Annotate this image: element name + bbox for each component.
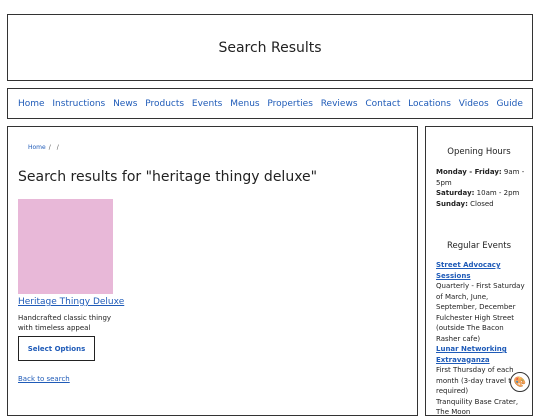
palette-icon: 🎨 xyxy=(514,377,526,388)
nav-products[interactable]: Products xyxy=(145,99,184,109)
breadcrumb-separator: / xyxy=(49,144,51,151)
theme-toggle-button[interactable]: 🎨 xyxy=(510,372,530,392)
nav-menus[interactable]: Menus xyxy=(230,99,259,109)
main-content: Home// Search results for "heritage thin… xyxy=(7,126,418,416)
nav-reviews[interactable]: Reviews xyxy=(321,99,358,109)
product-name-link[interactable]: Heritage Thingy Deluxe xyxy=(18,297,124,307)
hours-row: Saturday: 10am - 2pm xyxy=(436,188,528,199)
breadcrumb-home[interactable]: Home xyxy=(28,144,46,151)
hours-row: Sunday: Closed xyxy=(436,199,528,210)
nav-instructions[interactable]: Instructions xyxy=(52,99,105,109)
site-header: Search Results xyxy=(7,14,533,81)
regular-events-title: Regular Events xyxy=(426,241,532,251)
event-link[interactable]: Street Advocacy Sessions xyxy=(436,261,501,280)
nav-locations[interactable]: Locations xyxy=(408,99,451,109)
events-list: Street Advocacy Sessions Quarterly - Fir… xyxy=(436,260,528,416)
page-title: Search Results xyxy=(218,40,321,56)
product-image[interactable] xyxy=(18,199,113,294)
back-to-search-link[interactable]: Back to search xyxy=(18,375,70,383)
results-heading: Search results for "heritage thingy delu… xyxy=(18,169,317,185)
opening-hours-list: Monday - Friday: 9am - 5pm Saturday: 10a… xyxy=(436,167,528,209)
select-options-button[interactable]: Select Options xyxy=(18,336,95,361)
nav-news[interactable]: News xyxy=(113,99,137,109)
event-item: Street Advocacy Sessions Quarterly - Fir… xyxy=(436,260,528,344)
main-nav: Home Instructions News Products Events M… xyxy=(7,88,533,119)
event-when: Quarterly - First Saturday of March, Jun… xyxy=(436,281,528,313)
hours-row: Monday - Friday: 9am - 5pm xyxy=(436,167,528,188)
product-description: Handcrafted classic thingy with timeless… xyxy=(18,313,118,333)
breadcrumb-separator: / xyxy=(57,144,59,151)
opening-hours-title: Opening Hours xyxy=(426,147,532,157)
nav-videos[interactable]: Videos xyxy=(459,99,489,109)
event-link[interactable]: Lunar Networking Extravaganza xyxy=(436,345,507,364)
nav-events[interactable]: Events xyxy=(192,99,222,109)
nav-properties[interactable]: Properties xyxy=(267,99,312,109)
nav-home[interactable]: Home xyxy=(18,99,45,109)
event-where: Tranquility Base Crater, The Moon xyxy=(436,397,528,416)
event-where: Fulchester High Street (outside The Baco… xyxy=(436,313,528,345)
nav-contact[interactable]: Contact xyxy=(365,99,400,109)
breadcrumb: Home// xyxy=(28,144,62,151)
nav-guide[interactable]: Guide xyxy=(496,99,522,109)
